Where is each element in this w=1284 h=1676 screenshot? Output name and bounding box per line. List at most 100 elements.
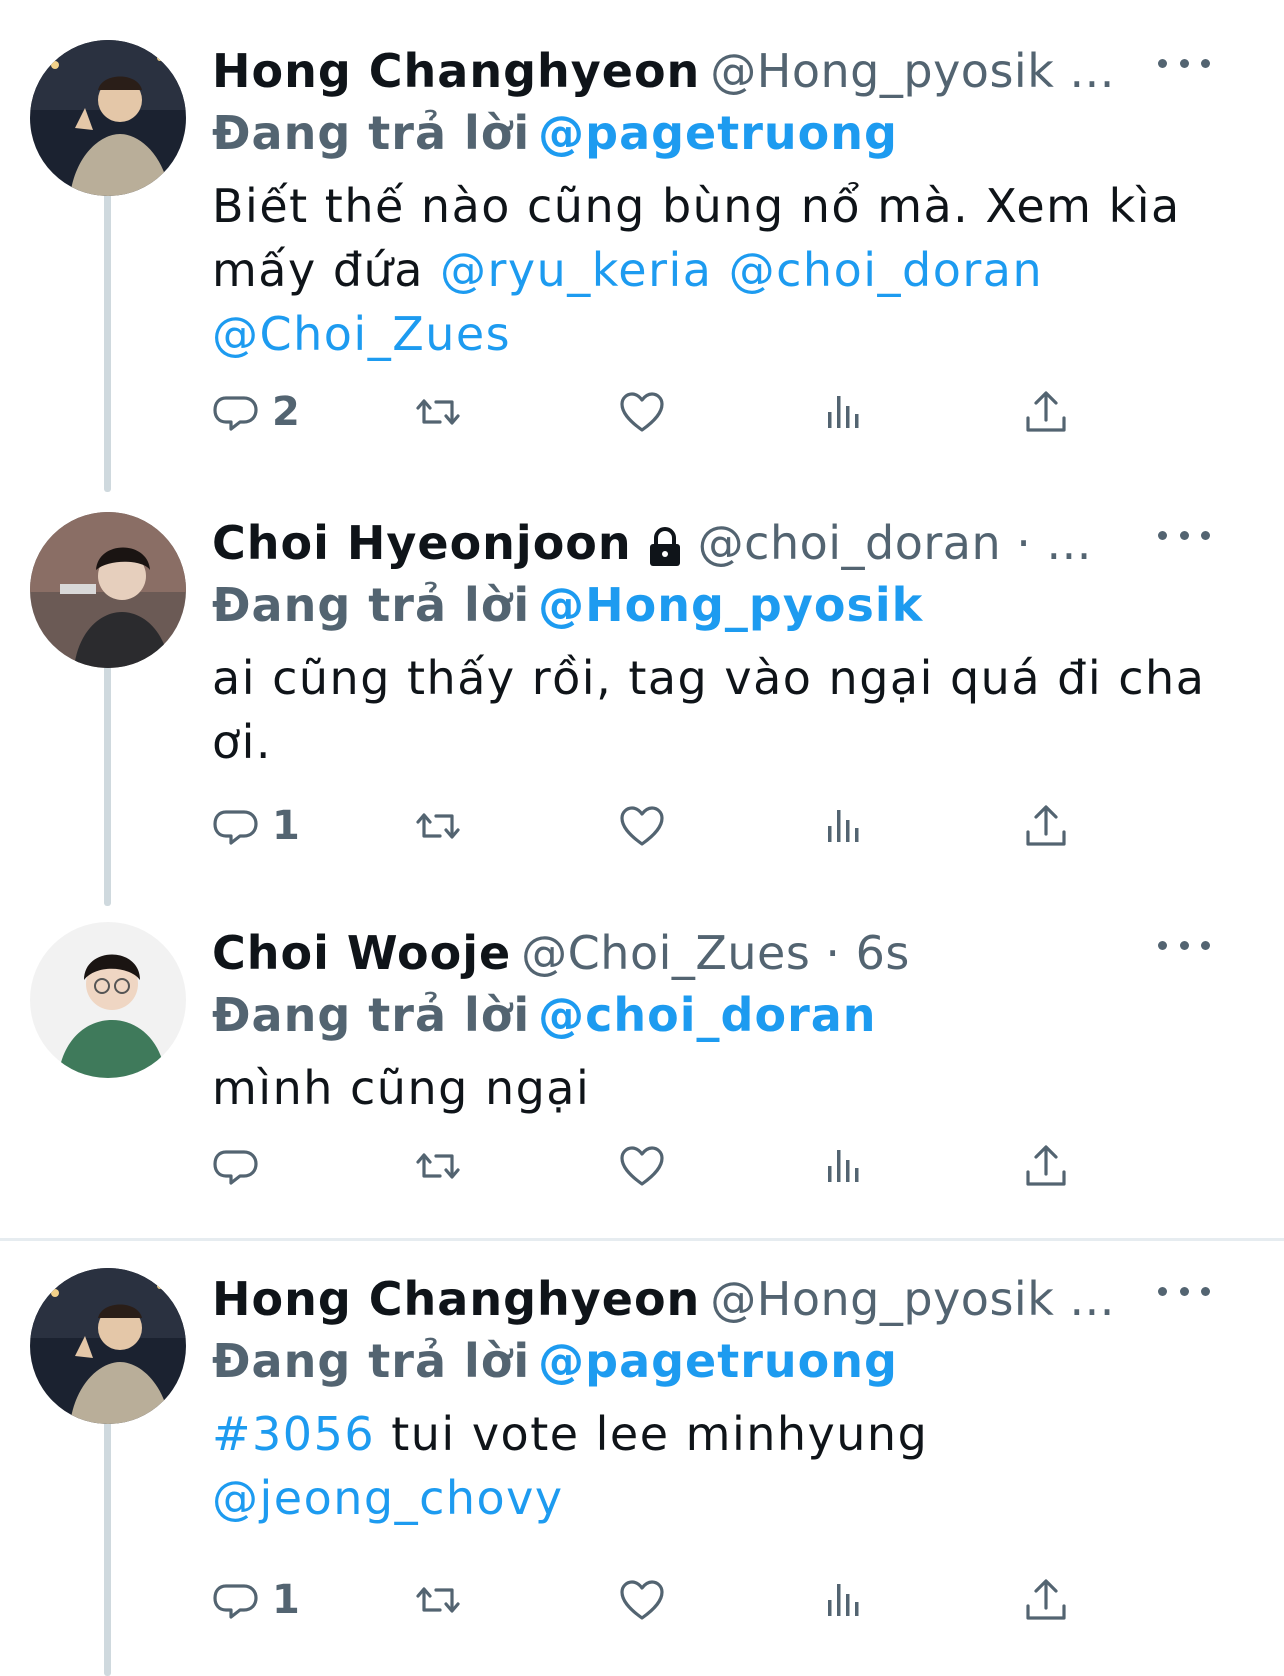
retweet-icon <box>416 1587 460 1613</box>
user-handle[interactable]: @Choi_Zues · 6s <box>521 926 910 980</box>
more-icon[interactable] <box>1158 48 1210 78</box>
reply-icon <box>213 1150 258 1185</box>
avatar[interactable] <box>30 922 186 1078</box>
avatar-doran <box>30 512 186 668</box>
reply-button[interactable] <box>212 1136 260 1196</box>
action-bar: 1 <box>212 1570 1132 1630</box>
analytics-icon <box>828 810 859 842</box>
share-button[interactable] <box>1022 1136 1070 1196</box>
like-button[interactable] <box>618 796 666 856</box>
user-handle[interactable]: @choi_doran · ... <box>698 516 1092 570</box>
retweet-icon <box>416 399 460 425</box>
mention-link[interactable]: @jeong_chovy <box>212 1471 564 1525</box>
share-icon <box>1026 1145 1066 1186</box>
reply-icon <box>213 810 258 845</box>
like-icon <box>620 1580 664 1620</box>
user-handle[interactable]: @Hong_pyosik ... <box>710 1272 1115 1326</box>
like-icon <box>620 806 664 846</box>
retweet-button[interactable] <box>414 1570 462 1630</box>
replying-mention[interactable]: @pagetruong <box>538 1334 898 1388</box>
share-button[interactable] <box>1022 382 1070 442</box>
share-icon <box>1026 1579 1066 1620</box>
avatar[interactable] <box>30 1268 186 1424</box>
text-line: mình cũng ngại <box>212 1061 591 1115</box>
hashtag-link[interactable]: #3056 <box>212 1407 375 1461</box>
text-line: ai cũng thấy rồi, tag vào ngại quá đi ch… <box>212 651 1206 705</box>
avatar[interactable] <box>30 512 186 668</box>
mention-link[interactable]: @ryu_keria <box>440 243 712 297</box>
more-icon[interactable] <box>1158 520 1210 550</box>
text-segment: tui vote lee minhyung <box>375 1407 929 1461</box>
text-line: mấy đứa @ryu_keria @choi_doran <box>212 238 1222 302</box>
share-button[interactable] <box>1022 796 1070 856</box>
divider <box>0 1238 1284 1241</box>
avatar-zeus <box>30 922 186 1078</box>
analytics-icon <box>828 396 859 428</box>
replying-to: Đang trả lời @pagetruong <box>212 102 898 164</box>
display-name[interactable]: Hong Changhyeon <box>212 44 700 98</box>
thread-line <box>104 1416 111 1676</box>
retweet-button[interactable] <box>414 1136 462 1196</box>
mention-link[interactable]: @Choi_Zues <box>212 307 511 361</box>
user-handle[interactable]: @Hong_pyosik ... <box>710 44 1115 98</box>
tweet-header: Hong Changhyeon @Hong_pyosik ... <box>212 40 1115 102</box>
thread-line <box>104 660 111 906</box>
tweet-card[interactable]: Choi Hyeonjoon @choi_doran · ... Đang trả… <box>0 462 1284 906</box>
more-icon[interactable] <box>1158 1276 1210 1306</box>
analytics-button[interactable] <box>820 1136 868 1196</box>
share-button[interactable] <box>1022 1570 1070 1630</box>
analytics-button[interactable] <box>820 382 868 442</box>
replying-label: Đang trả lời <box>212 578 531 632</box>
more-icon[interactable] <box>1158 930 1210 960</box>
analytics-button[interactable] <box>820 796 868 856</box>
analytics-button[interactable] <box>820 1570 868 1630</box>
mention-link[interactable]: @choi_doran <box>729 243 1043 297</box>
tweet-header: Choi Hyeonjoon @choi_doran · ... <box>212 512 1092 574</box>
like-button[interactable] <box>618 1570 666 1630</box>
reply-count: 1 <box>272 1577 300 1623</box>
replying-label: Đang trả lời <box>212 988 531 1042</box>
like-button[interactable] <box>618 382 666 442</box>
tweet-card[interactable]: Hong Changhyeon @Hong_pyosik ... Đang trả… <box>0 1258 1284 1676</box>
text-line: @jeong_chovy <box>212 1466 1222 1530</box>
replying-to: Đang trả lời @choi_doran <box>212 984 877 1046</box>
reply-button[interactable]: 1 <box>212 1570 300 1630</box>
thread-line <box>104 462 111 492</box>
display-name[interactable]: Hong Changhyeon <box>212 1272 700 1326</box>
text-line: @Choi_Zues <box>212 302 1222 366</box>
replying-mention[interactable]: @Hong_pyosik <box>538 578 923 632</box>
share-icon <box>1026 805 1066 846</box>
retweet-icon <box>416 1153 460 1179</box>
replying-label: Đang trả lời <box>212 106 531 160</box>
retweet-button[interactable] <box>414 796 462 856</box>
like-icon <box>620 1146 664 1186</box>
avatar-hong <box>30 40 186 196</box>
tweet-header: Hong Changhyeon @Hong_pyosik ... <box>212 1268 1115 1330</box>
tweet-card[interactable]: Choi Wooje @Choi_Zues · 6s Đang trả lời @c… <box>0 912 1284 1232</box>
tweet-text: mình cũng ngại <box>212 1056 1222 1120</box>
text-segment <box>713 243 729 297</box>
reply-button[interactable]: 1 <box>212 796 300 856</box>
text-line: ơi. <box>212 715 273 769</box>
replying-label: Đang trả lời <box>212 1334 531 1388</box>
replying-mention[interactable]: @pagetruong <box>538 106 898 160</box>
tweet-header: Choi Wooje @Choi_Zues · 6s <box>212 922 910 984</box>
text-line: Biết thế nào cũng bùng nổ mà. Xem kìa <box>212 179 1181 233</box>
replying-to: Đang trả lời @pagetruong <box>212 1330 898 1392</box>
action-bar: 2 <box>212 382 1132 442</box>
display-name[interactable]: Choi Wooje <box>212 926 511 980</box>
reply-button[interactable]: 2 <box>212 382 300 442</box>
replying-to: Đang trả lời @Hong_pyosik <box>212 574 923 636</box>
display-name[interactable]: Choi Hyeonjoon <box>212 516 632 570</box>
tweet-text: ai cũng thấy rồi, tag vào ngại quá đi ch… <box>212 646 1222 774</box>
tweet-card[interactable]: Hong Changhyeon @Hong_pyosik ... Đang trả… <box>0 30 1284 488</box>
like-button[interactable] <box>618 1136 666 1196</box>
share-icon <box>1026 391 1066 432</box>
analytics-icon <box>828 1584 859 1616</box>
avatar[interactable] <box>30 40 186 196</box>
retweet-button[interactable] <box>414 382 462 442</box>
replying-mention[interactable]: @choi_doran <box>538 988 876 1042</box>
tweet-text: #3056 tui vote lee minhyung @jeong_chovy <box>212 1402 1222 1530</box>
reply-icon <box>213 1584 258 1619</box>
avatar-hong <box>30 1268 186 1424</box>
